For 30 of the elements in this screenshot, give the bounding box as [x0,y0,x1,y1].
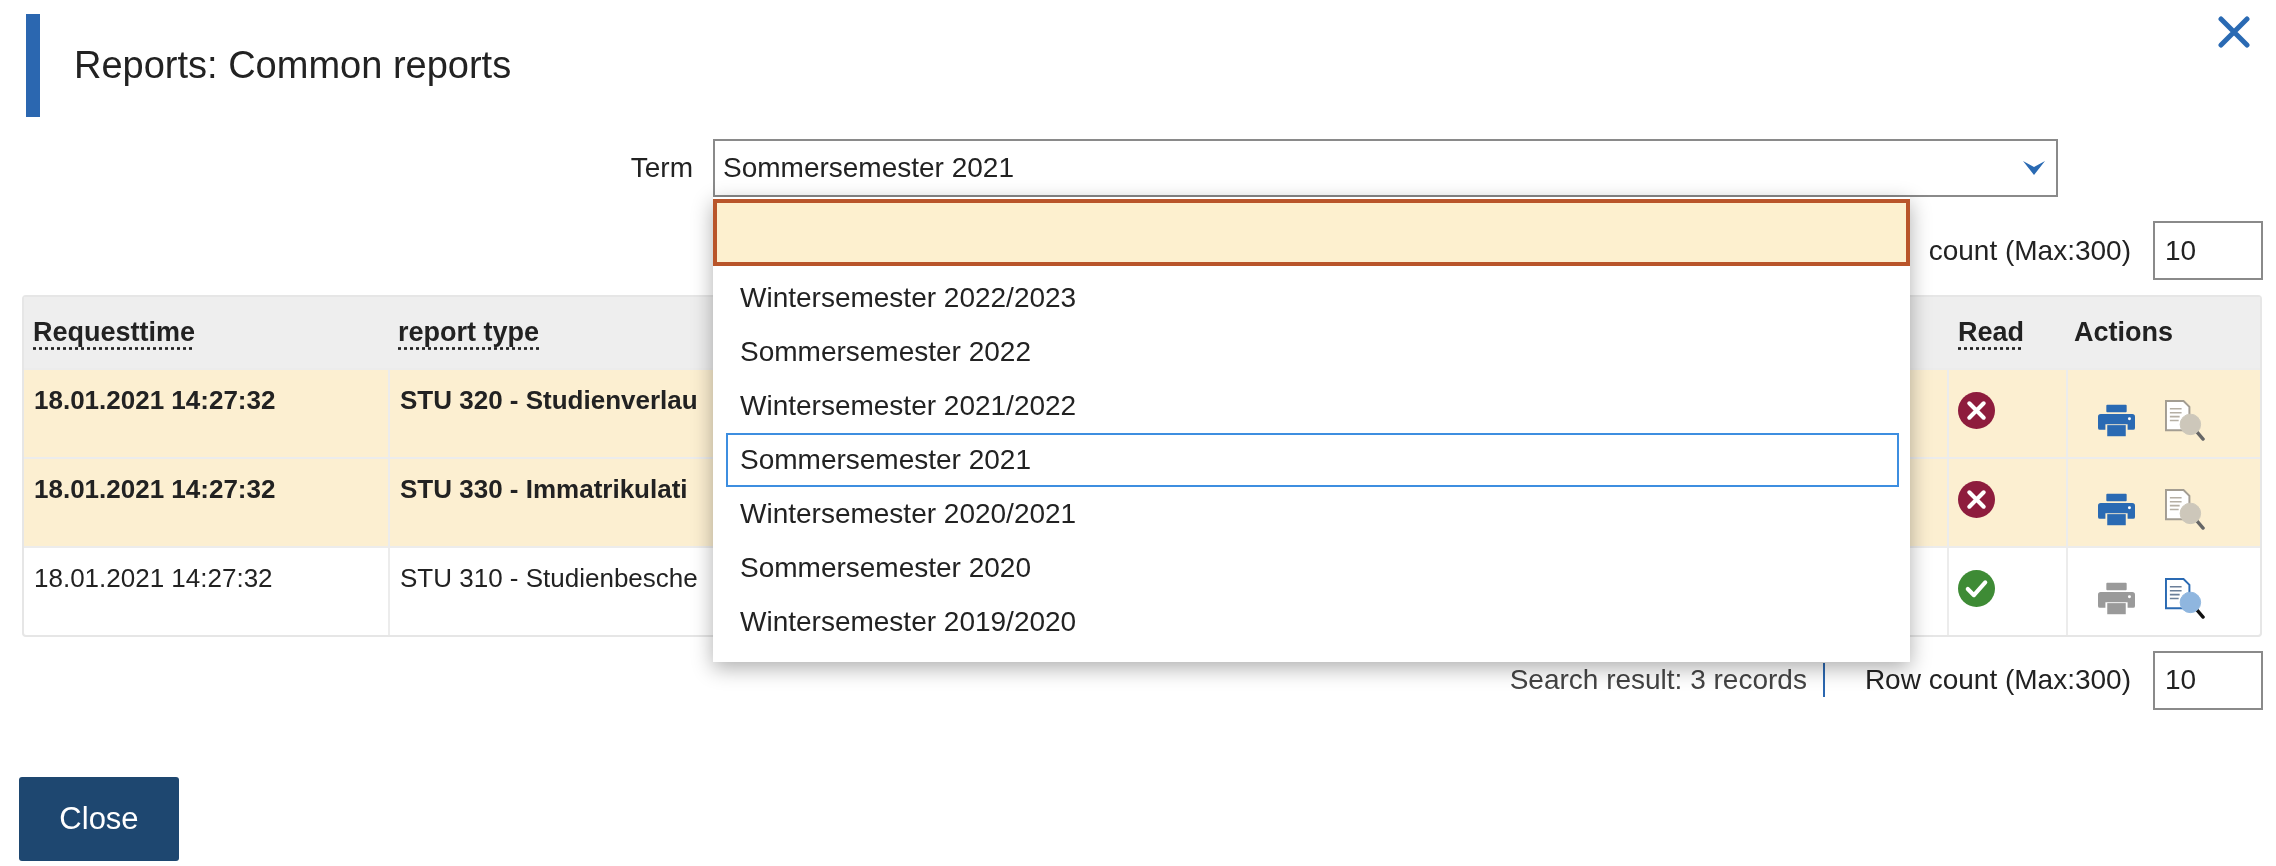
printer-icon[interactable] [2098,493,2135,526]
dropdown-search-field[interactable] [713,199,1910,266]
dropdown-option[interactable]: Wintersemester 2021/2022 [726,379,1899,433]
table-cell-text: 18.01.2021 14:27:32 [33,562,274,595]
dropdown-option[interactable]: Wintersemester 2022/2023 [726,271,1899,325]
dropdown-option[interactable]: Sommersemester 2021 [726,433,1899,487]
close-icon[interactable] [2218,16,2250,48]
search-result-text: Search result: 3 records [1509,664,1807,696]
printer-icon[interactable] [2098,582,2135,615]
dropdown-option[interactable]: Sommersemester 2020 [726,541,1899,595]
row-count-field[interactable]: 10 [2153,221,2263,280]
table-cell-text: 18.01.2021 14:27:32 [33,384,277,417]
row-count-label: Row count (Max:300) [1864,664,2131,696]
close-button[interactable]: Close [19,777,179,861]
caret-icon [2023,161,2045,175]
column-header: Actions [2073,317,2174,348]
row-count-label: count (Max:300) [1928,234,2131,267]
term-label: Term [629,152,693,184]
printer-icon[interactable] [2098,404,2135,437]
column-header[interactable]: Requesttime [24,317,388,348]
column-header[interactable]: Read [1947,317,2055,348]
page-title: Reports: Common reports [74,44,513,87]
dropdown-option[interactable]: Wintersemester 2019/2020 [726,595,1899,649]
table-cell-text: 18.01.2021 14:27:32 [33,473,277,506]
row-count-field[interactable]: 10 [2153,650,2263,710]
document-search-icon[interactable] [2165,400,2206,441]
document-search-icon[interactable] [2165,489,2206,530]
term-select[interactable]: Sommersemester 2021 [713,139,2058,197]
document-search-icon[interactable] [2165,578,2206,619]
dropdown-option[interactable]: Wintersemester 2020/2021 [726,487,1899,541]
